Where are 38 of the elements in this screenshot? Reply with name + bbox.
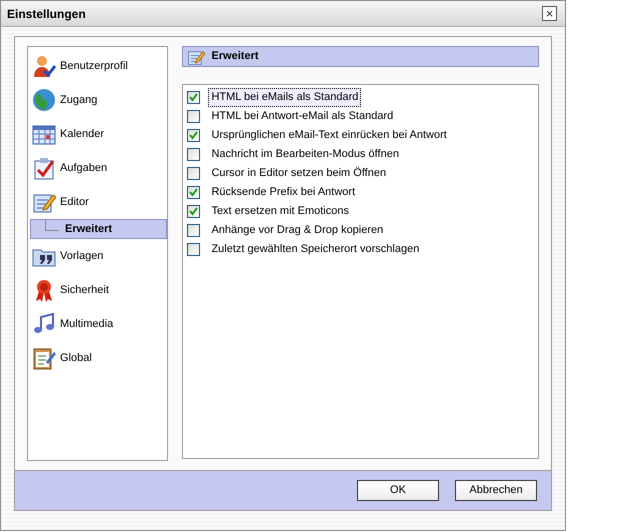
checkbox[interactable] (187, 243, 200, 256)
checkbox[interactable] (187, 205, 200, 218)
option-label[interactable]: Cursor in Editor setzen beim Öffnen (208, 164, 390, 183)
checkbox[interactable] (187, 186, 200, 199)
music-note-icon (32, 312, 56, 336)
sidebar-subitem[interactable]: Erweitert (30, 219, 168, 239)
checkbox[interactable] (187, 91, 200, 104)
option-label[interactable]: Anhänge vor Drag & Drop kopieren (208, 221, 386, 240)
checkbox[interactable] (187, 110, 200, 123)
option-label[interactable]: Nachricht im Bearbeiten-Modus öffnen (208, 145, 402, 164)
sidebar-item[interactable]: Kalender (28, 117, 168, 151)
globe-icon (32, 88, 56, 112)
option-label[interactable]: HTML bei Antwort-eMail als Standard (208, 107, 396, 126)
option-label[interactable]: Text ersetzen mit Emoticons (208, 202, 352, 221)
sidebar-item[interactable]: Editor (28, 185, 168, 219)
user-icon (32, 54, 56, 78)
sidebar-item[interactable]: Vorlagen (28, 239, 168, 273)
cancel-button[interactable]: Abbrechen (455, 480, 537, 501)
sidebar-item[interactable]: Benutzerprofil (28, 49, 168, 83)
close-button[interactable]: × (542, 6, 557, 21)
sidebar-item[interactable]: Global (28, 341, 168, 375)
option-label[interactable]: Rücksende Prefix bei Antwort (208, 183, 358, 202)
checkbox[interactable] (187, 129, 200, 142)
option-label[interactable]: HTML bei eMails als Standard (208, 88, 362, 107)
sidebar-item[interactable]: Aufgaben (28, 151, 168, 185)
checkbox[interactable] (187, 167, 200, 180)
checklist-icon (32, 156, 56, 180)
checkbox[interactable] (187, 148, 200, 161)
sidebar-item[interactable]: Sicherheit (28, 273, 168, 307)
sidebar-item[interactable]: Zugang (28, 83, 168, 117)
sidebar-item[interactable]: Multimedia (28, 307, 168, 341)
window-title: Einstellungen (7, 6, 86, 22)
option-label[interactable]: Ursprünglichen eMail-Text einrücken bei Antwort (208, 126, 450, 145)
option-label[interactable]: Zuletzt gewählten Speicherort vorschlagen (208, 240, 422, 259)
ok-button[interactable]: OK (357, 480, 439, 501)
checkbox[interactable] (187, 224, 200, 237)
panel-title: Erweitert (211, 49, 259, 64)
clipboard-icon (32, 346, 56, 370)
